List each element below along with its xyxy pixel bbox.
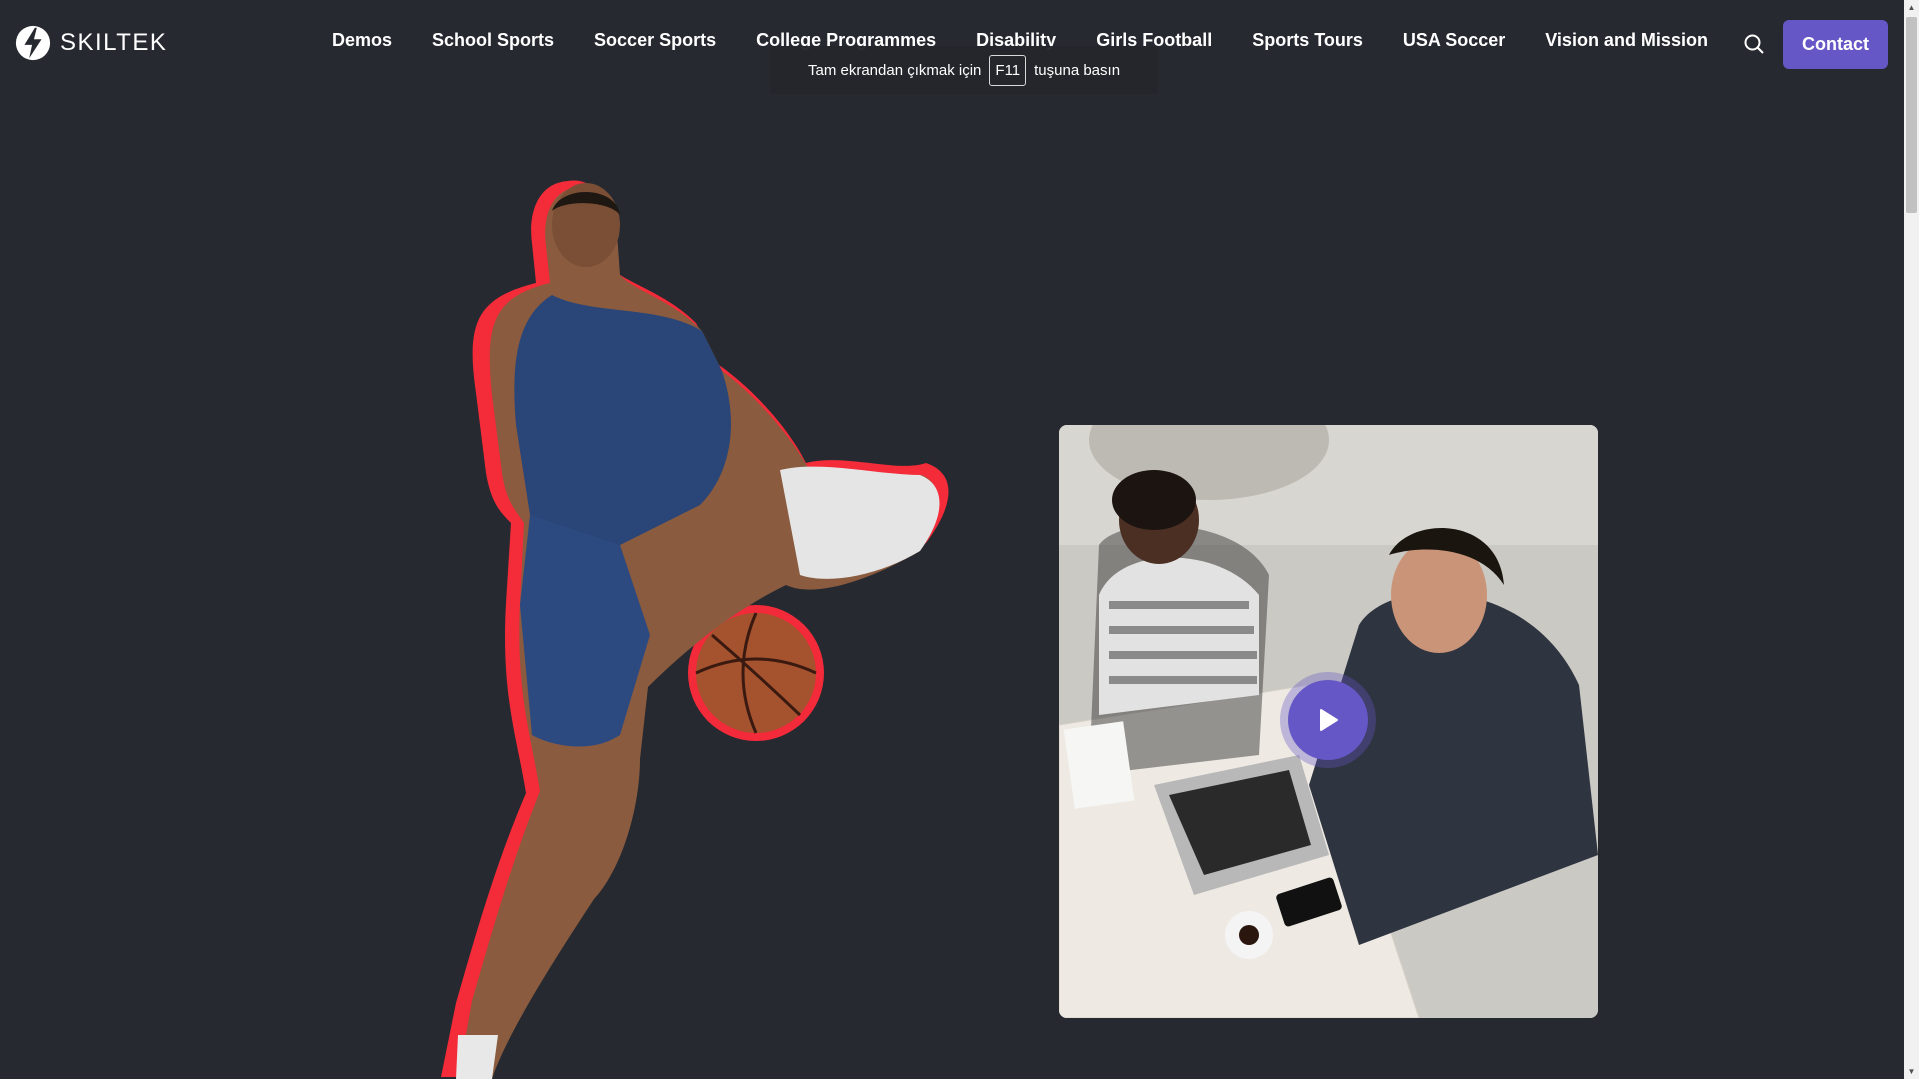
nav-item-vision-mission[interactable]: Vision and Mission bbox=[1545, 30, 1708, 51]
page-scrollbar[interactable]: ▲ ▼ bbox=[1904, 0, 1919, 1079]
scroll-up-arrow-icon[interactable]: ▲ bbox=[1904, 0, 1919, 15]
lightning-logo-icon bbox=[15, 25, 51, 61]
scroll-down-arrow-icon[interactable]: ▼ bbox=[1904, 1064, 1919, 1079]
search-icon[interactable] bbox=[1742, 32, 1766, 56]
scrollbar-thumb[interactable] bbox=[1906, 17, 1917, 213]
nav-item-usa-soccer[interactable]: USA Soccer bbox=[1403, 30, 1505, 51]
play-icon bbox=[1320, 709, 1338, 731]
brand-name: SKILTEK bbox=[60, 29, 168, 56]
nav-item-demos[interactable]: Demos bbox=[332, 30, 392, 51]
fullscreen-notice-key: F11 bbox=[989, 54, 1027, 86]
nav-item-school-sports[interactable]: School Sports bbox=[432, 30, 554, 51]
fullscreen-notice-text-before: Tam ekrandan çıkmak için bbox=[808, 61, 982, 79]
play-video-button[interactable] bbox=[1288, 680, 1368, 760]
logo[interactable]: SKILTEK bbox=[14, 24, 167, 62]
basketball-player-image bbox=[441, 180, 949, 1079]
contact-button[interactable]: Contact bbox=[1783, 20, 1888, 69]
nav-item-soccer-sports[interactable]: Soccer Sports bbox=[594, 30, 716, 51]
fullscreen-notice-text-after: tuşuna basın bbox=[1034, 61, 1121, 79]
nav-item-sports-tours[interactable]: Sports Tours bbox=[1252, 30, 1363, 51]
fullscreen-notice: Tam ekrandan çıkmak için F11 tuşuna bası… bbox=[770, 46, 1159, 94]
